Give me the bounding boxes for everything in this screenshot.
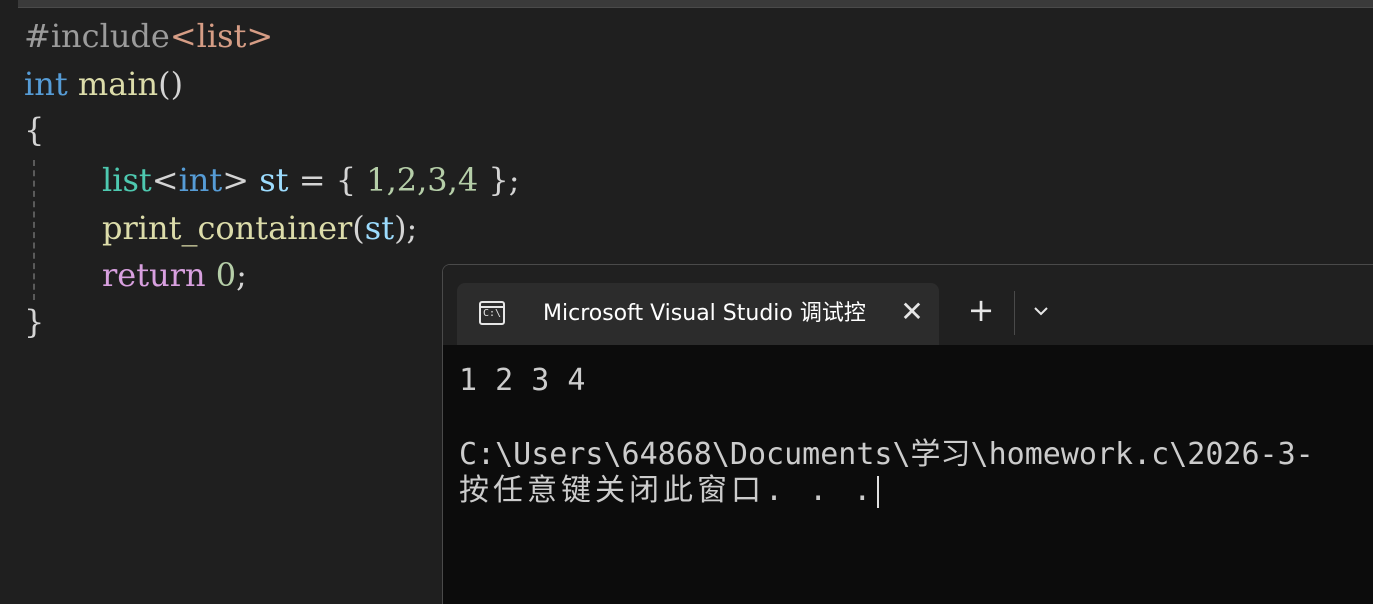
code-line-7[interactable]: } — [24, 300, 44, 344]
template-type: int — [178, 161, 223, 199]
code-line-3[interactable]: { — [24, 108, 44, 152]
template-open: < — [151, 161, 179, 199]
call-open: ( — [352, 209, 365, 247]
program-output: 1 2 3 4 — [459, 363, 586, 398]
text-cursor — [877, 475, 880, 508]
main-function-name: main — [77, 65, 159, 103]
code-line-6[interactable]: return 0; — [24, 253, 247, 297]
code-line-5[interactable]: print_container(st); — [24, 206, 417, 250]
code-line-1[interactable]: #include<list> — [24, 14, 273, 58]
assign-brace: = { — [288, 161, 367, 199]
console-icon: C:\ — [479, 301, 505, 325]
close-prompt-text: 按任意键关闭此窗口. . . — [459, 473, 876, 508]
terminal-titlebar[interactable]: C:\ Microsoft Visual Studio 调试控 ✕ + — [443, 265, 1373, 345]
close-prompt: 按任意键关闭此窗口. . . — [459, 473, 880, 509]
variable-st: st — [259, 161, 289, 199]
init-values: 1,2,3,4 — [366, 161, 479, 199]
list-type: list — [102, 161, 152, 199]
titlebar-divider — [1014, 291, 1015, 335]
main-parens: () — [158, 65, 184, 103]
executable-path: C:\Users\64868\Documents\学习\homework.c\2… — [459, 437, 1314, 472]
terminal-output[interactable]: 1 2 3 4 C:\Users\64868\Documents\学习\home… — [443, 345, 1373, 604]
include-directive: #include — [24, 17, 170, 55]
return-semicolon: ; — [236, 256, 247, 294]
call-print-container: print_container — [102, 209, 353, 247]
include-header: <list> — [169, 17, 274, 55]
close-icon[interactable]: ✕ — [897, 297, 927, 327]
code-line-4[interactable]: list<int> st = { 1,2,3,4 }; — [24, 158, 519, 202]
open-brace: { — [24, 111, 45, 149]
main-return-type: int — [24, 65, 68, 103]
chevron-down-icon[interactable] — [1027, 297, 1055, 325]
tab-title: Microsoft Visual Studio 调试控 — [543, 301, 866, 326]
close-brace: } — [24, 303, 45, 341]
return-keyword: return — [102, 256, 206, 294]
init-close: }; — [478, 161, 520, 199]
editor-top-strip — [18, 0, 1373, 8]
plus-icon[interactable]: + — [965, 294, 997, 327]
terminal-tab[interactable]: C:\ Microsoft Visual Studio 调试控 ✕ — [457, 283, 939, 345]
debug-console-window[interactable]: C:\ Microsoft Visual Studio 调试控 ✕ + 1 2 … — [442, 264, 1373, 604]
template-close: > — [222, 161, 250, 199]
return-value: 0 — [215, 256, 237, 294]
code-line-2[interactable]: int main() — [24, 62, 183, 106]
call-close: ); — [394, 209, 418, 247]
call-arg: st — [364, 209, 395, 247]
